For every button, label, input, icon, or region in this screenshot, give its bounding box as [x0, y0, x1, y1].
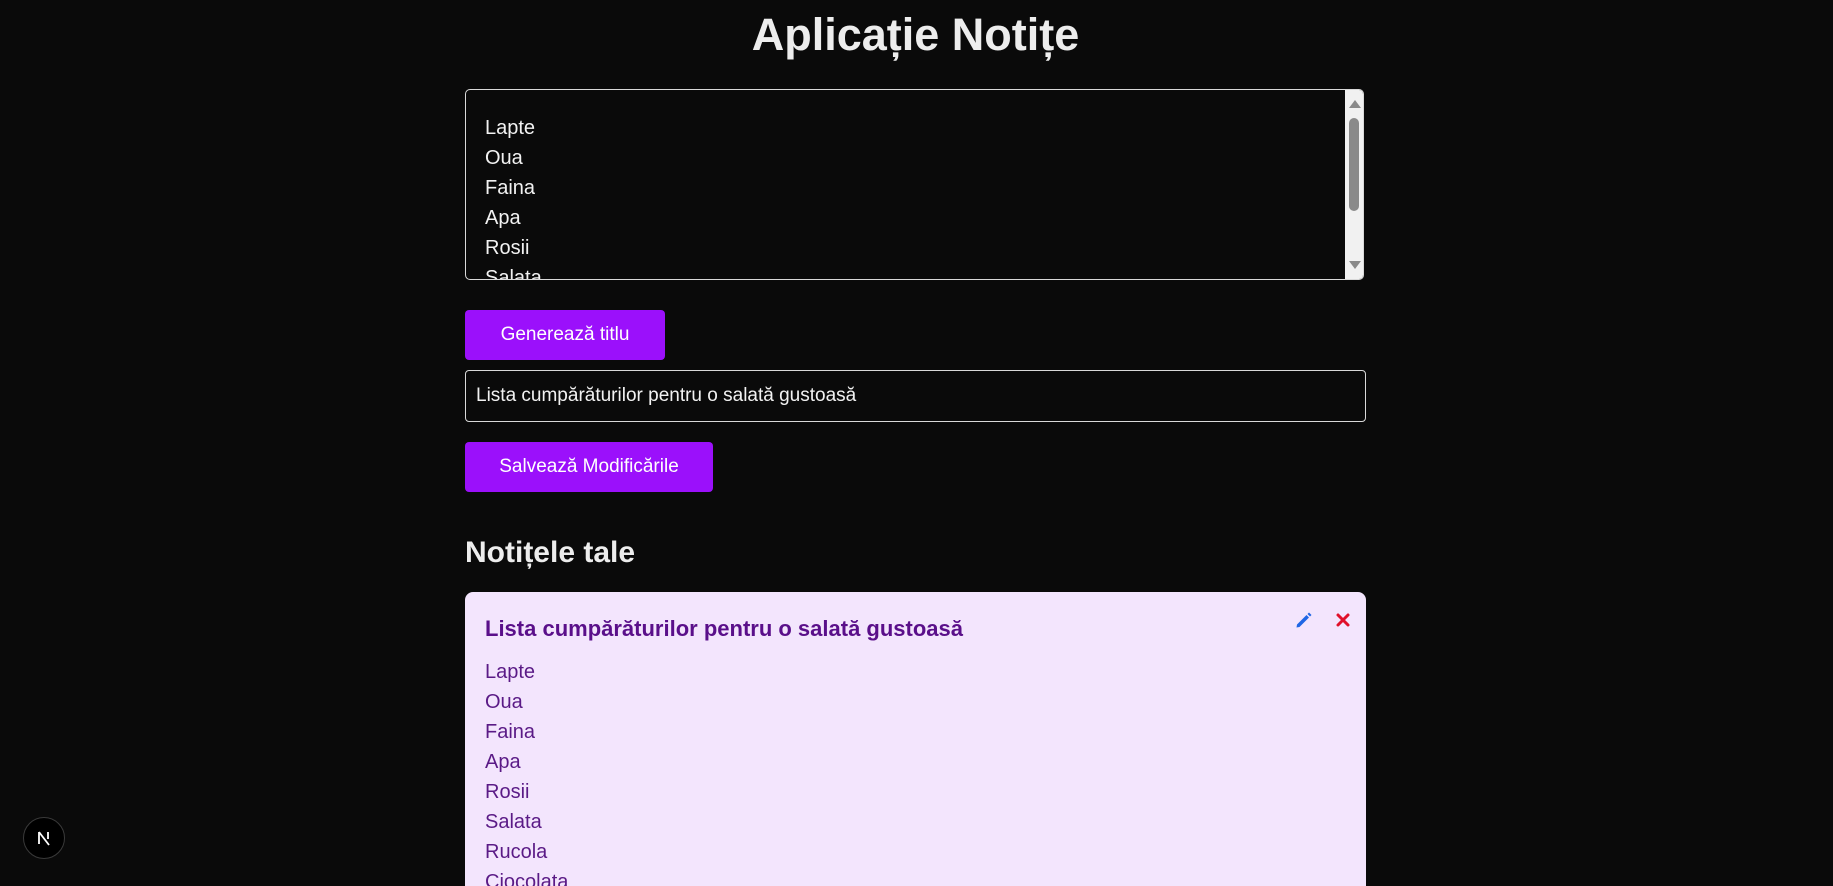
- note-card: Lista cumpărăturilor pentru o salată gus…: [465, 592, 1366, 886]
- note-line: Faina: [485, 721, 536, 743]
- scroll-down-arrow-icon[interactable]: [1349, 261, 1361, 269]
- edit-note-button[interactable]: [1292, 608, 1316, 632]
- app-root: Aplicație Notițe Lapte Oua Faina Apa Ros…: [0, 0, 1833, 886]
- editor-line: Rosii: [485, 237, 530, 259]
- generate-title-button[interactable]: Generează titlu: [465, 310, 665, 360]
- editor-line: Oua: [485, 147, 523, 169]
- editor-line: Salata: [485, 267, 542, 280]
- note-line: Rucola: [485, 841, 548, 863]
- delete-note-button[interactable]: [1331, 608, 1355, 632]
- scroll-up-arrow-icon[interactable]: [1349, 100, 1361, 108]
- note-line: Salata: [485, 811, 542, 833]
- note-line: Apa: [485, 751, 521, 773]
- pencil-icon: [1296, 612, 1312, 628]
- close-icon: [1336, 613, 1350, 627]
- nextjs-logo-icon: [38, 831, 50, 846]
- page-title: Aplicație Notițe: [751, 9, 1080, 60]
- scroll-thumb[interactable]: [1349, 118, 1359, 211]
- editor-scrollbar[interactable]: [1345, 90, 1363, 279]
- editor-text: Lapte Oua Faina Apa Rosii Salata: [485, 113, 542, 280]
- note-line: Ciocolata: [485, 871, 569, 886]
- note-content-textarea[interactable]: Lapte Oua Faina Apa Rosii Salata: [465, 89, 1364, 280]
- editor-line: Apa: [485, 207, 521, 229]
- note-content: Lapte Oua Faina Apa Rosii Salata Rucola …: [485, 657, 568, 886]
- note-line: Rosii: [485, 781, 530, 803]
- editor-line: Lapte: [485, 117, 536, 139]
- nextjs-devtools-button[interactable]: [23, 817, 65, 859]
- note-title-input[interactable]: [465, 370, 1366, 422]
- notes-section-heading: Notițele tale: [465, 536, 636, 569]
- save-changes-button[interactable]: Salvează Modificările: [465, 442, 713, 492]
- editor-line: Faina: [485, 177, 536, 199]
- note-line: Oua: [485, 691, 523, 713]
- note-line: Lapte: [485, 661, 536, 683]
- note-title: Lista cumpărăturilor pentru o salată gus…: [485, 616, 964, 641]
